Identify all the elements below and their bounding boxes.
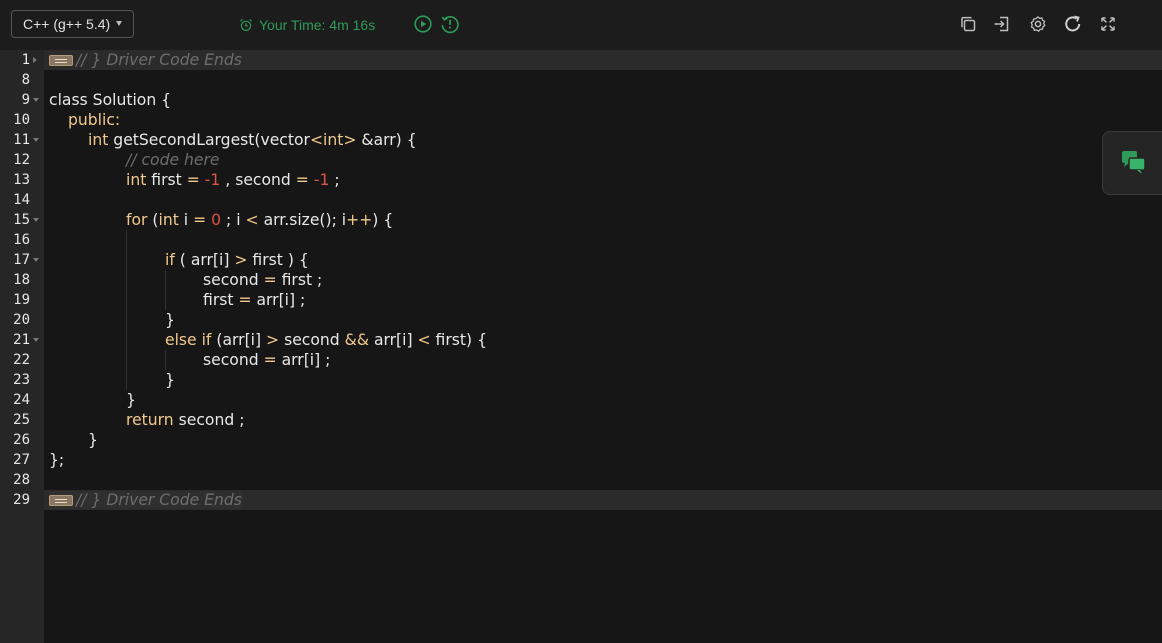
- line-number: 10: [13, 112, 30, 128]
- line-number: 21: [13, 332, 30, 348]
- code-line: };: [49, 451, 65, 469]
- language-select-value: C++ (g++ 5.4): [23, 16, 111, 32]
- code-line: }: [126, 391, 136, 409]
- line-number: 8: [21, 72, 30, 88]
- code-line: else if (arr[i] > second && arr[i] < fir…: [165, 331, 487, 349]
- code-line: // } Driver Code Ends: [49, 50, 242, 70]
- timer: Your Time: 4m 16s: [239, 15, 375, 35]
- reset-icon[interactable]: [1063, 14, 1083, 34]
- code-line: second = arr[i] ;: [203, 351, 331, 369]
- editor-toolbar: C++ (g++ 5.4) Your Time: 4m 16s: [0, 0, 1162, 50]
- line-number: 18: [13, 272, 30, 288]
- import-icon[interactable]: [992, 14, 1012, 34]
- fold-widget-icon[interactable]: [49, 495, 73, 506]
- fold-collapse-icon[interactable]: [33, 98, 39, 102]
- code-line: public:: [68, 111, 121, 129]
- line-number: 20: [13, 312, 30, 328]
- code-line: int first = -1 , second = -1 ;: [126, 171, 340, 189]
- fold-collapse-icon[interactable]: [33, 218, 39, 222]
- indent-guide: [126, 230, 127, 390]
- line-number: 9: [21, 92, 30, 108]
- line-number: 12: [13, 152, 30, 168]
- fold-collapse-icon[interactable]: [33, 338, 39, 342]
- fold-expand-icon[interactable]: [33, 57, 37, 63]
- code-line: // } Driver Code Ends: [49, 490, 242, 510]
- copy-icon[interactable]: [958, 14, 978, 34]
- line-number: 11: [13, 132, 30, 148]
- line-number: 17: [13, 252, 30, 268]
- line-number: 26: [13, 432, 30, 448]
- code-line: for (int i = 0 ; i < arr.size(); i++) {: [126, 211, 394, 229]
- line-number: 24: [13, 392, 30, 408]
- code-line: class Solution {: [49, 91, 172, 109]
- line-number: 29: [13, 492, 30, 508]
- chat-icon: [1122, 151, 1146, 174]
- settings-icon[interactable]: [1028, 14, 1048, 34]
- code-line: }: [165, 311, 175, 329]
- line-number: 15: [13, 212, 30, 228]
- indent-guide: [165, 350, 166, 370]
- indent-guide: [165, 270, 166, 310]
- code-line: return second ;: [126, 411, 245, 429]
- history-icon[interactable]: [440, 14, 460, 34]
- line-number: 27: [13, 452, 30, 468]
- line-number: 16: [13, 232, 30, 248]
- code-line: int getSecondLargest(vector<int> &arr) {: [88, 131, 417, 149]
- fold-collapse-icon[interactable]: [33, 258, 39, 262]
- line-number: 1: [21, 52, 30, 68]
- code-line: first = arr[i] ;: [203, 291, 306, 309]
- line-number: 19: [13, 292, 30, 308]
- code-line: if ( arr[i] > first ) {: [165, 251, 309, 269]
- code-line: }: [165, 371, 175, 389]
- fold-widget-icon[interactable]: [49, 55, 73, 66]
- timer-label: Your Time: 4m 16s: [259, 17, 376, 33]
- fold-collapse-icon[interactable]: [33, 138, 39, 142]
- line-number: 22: [13, 352, 30, 368]
- line-number: 28: [13, 472, 30, 488]
- code-line: // code here: [126, 151, 220, 169]
- chevron-down-icon: [116, 21, 122, 26]
- line-number: 14: [13, 192, 30, 208]
- line-number: 13: [13, 172, 30, 188]
- code-editor[interactable]: 1 8 9 10 11 12 13 14 15 16 17 18 19 20 2…: [0, 50, 1162, 643]
- line-number: 23: [13, 372, 30, 388]
- code-line: }: [88, 431, 98, 449]
- line-number: 25: [13, 412, 30, 428]
- fullscreen-icon[interactable]: [1098, 14, 1118, 34]
- language-select[interactable]: C++ (g++ 5.4): [11, 10, 134, 38]
- run-icon[interactable]: [413, 14, 433, 34]
- alarm-clock-icon: [240, 18, 252, 32]
- chat-button[interactable]: [1102, 131, 1162, 195]
- code-line: second = first ;: [203, 271, 323, 289]
